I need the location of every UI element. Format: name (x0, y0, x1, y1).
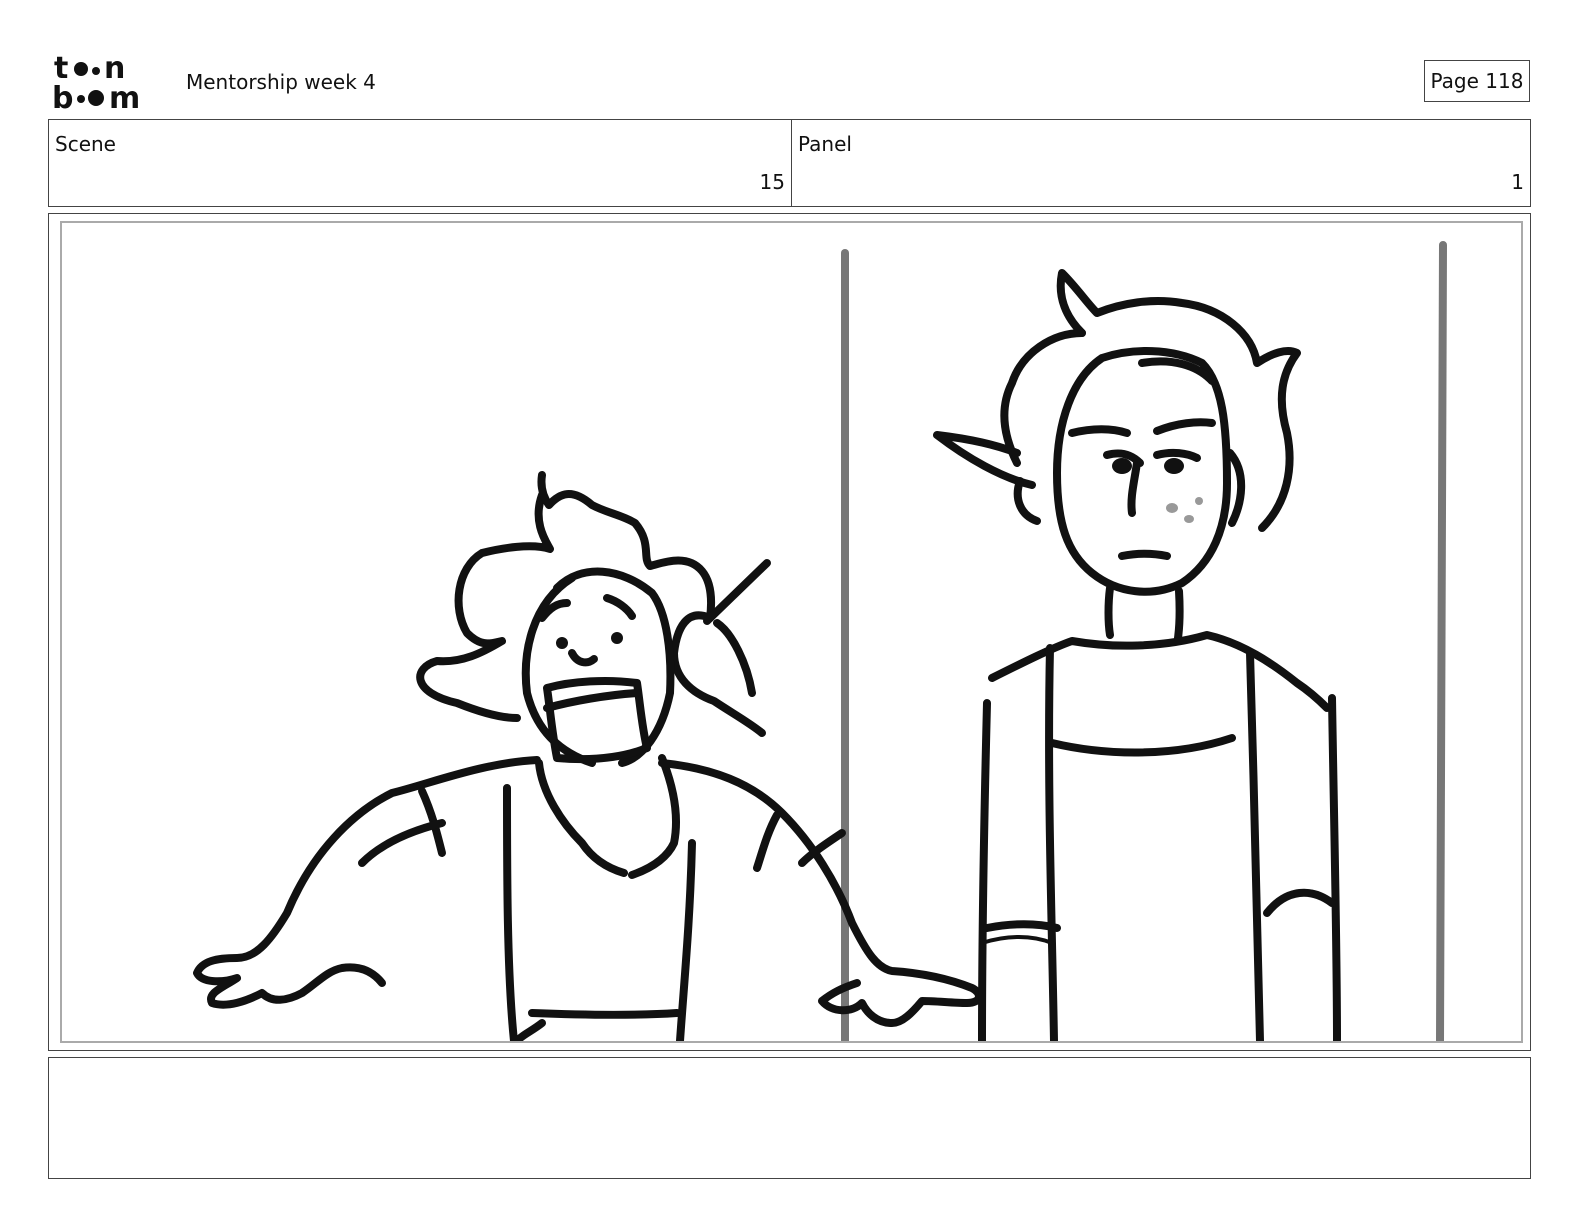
panel-value: 1 (1511, 170, 1524, 194)
storyboard-drawing-area (60, 221, 1523, 1043)
svg-text:b: b (52, 81, 73, 112)
scene-cell: Scene 15 (49, 120, 792, 206)
character-surprised-kid (193, 471, 983, 1041)
freckles (1166, 497, 1203, 523)
storyboard-sketch (193, 241, 1447, 1041)
document-title: Mentorship week 4 (186, 70, 376, 94)
pole-right (1436, 241, 1447, 1041)
character-elf-teen (933, 269, 1341, 1041)
svg-text:m: m (109, 81, 140, 112)
page-number: Page 118 (1424, 60, 1530, 102)
scene-label: Scene (55, 132, 116, 156)
toon-boom-logo: t n b m (52, 52, 140, 112)
storyboard-panel-frame (48, 213, 1531, 1051)
panel-cell: Panel 1 (792, 120, 1530, 206)
panel-notes-box (48, 1057, 1531, 1179)
scene-value: 15 (759, 170, 785, 194)
scene-panel-info: Scene 15 Panel 1 (48, 119, 1531, 207)
panel-label: Panel (798, 132, 852, 156)
eyes (556, 458, 1184, 649)
